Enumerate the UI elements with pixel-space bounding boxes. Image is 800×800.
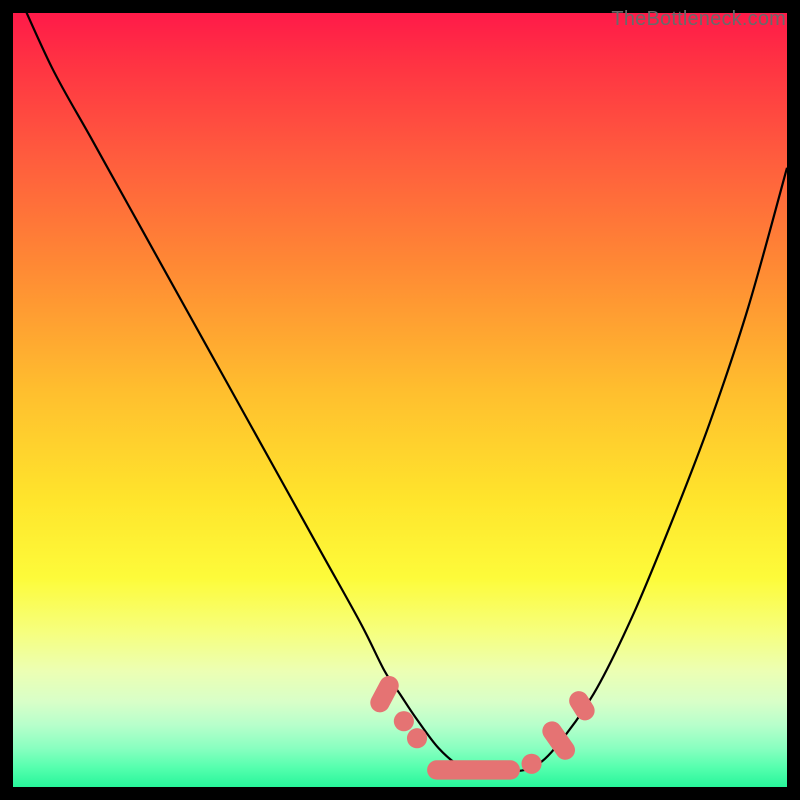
- marker-capsule: [367, 672, 402, 715]
- bottleneck-curve-path: [13, 13, 787, 772]
- plot-frame: [13, 13, 787, 787]
- marker-dot: [407, 728, 427, 748]
- watermark-text: TheBottleneck.com: [611, 8, 786, 31]
- marker-dot: [522, 754, 542, 774]
- markers-group: [367, 672, 598, 779]
- marker-capsule: [427, 760, 520, 779]
- marker-dot: [394, 711, 414, 731]
- curve-group: [13, 13, 787, 772]
- plot-svg: [13, 13, 787, 787]
